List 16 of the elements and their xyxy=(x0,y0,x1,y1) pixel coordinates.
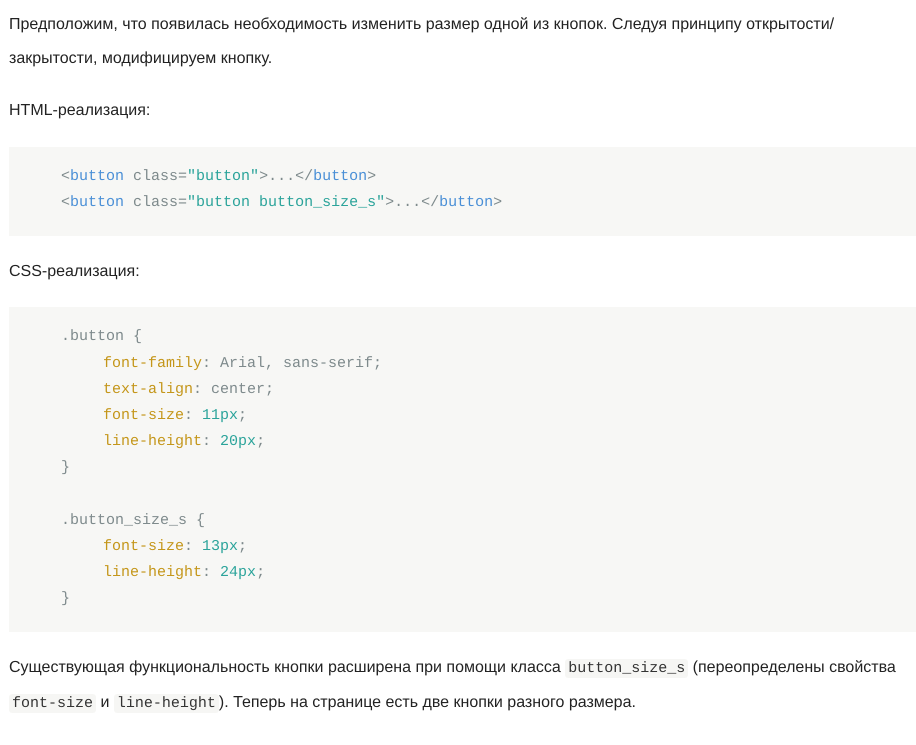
paragraph: HTML-реализация: xyxy=(9,101,152,121)
code-line: font-size: 13px; xyxy=(103,538,248,555)
code-line: } xyxy=(61,459,70,476)
code-line: line-height: 20px; xyxy=(103,433,266,450)
code-line: <button class="button button_size_s">...</button> xyxy=(61,194,502,211)
code-line: <button class="button">...</button> xyxy=(61,168,376,184)
paragraph: Предположим, что появилась необходимость изменить размер одной из кнопок. Следуя принципу открытости/закрытости, модифицируем кнопку. xyxy=(9,15,836,68)
code-line: font-size: 11px; xyxy=(103,406,248,424)
code-line: } xyxy=(61,590,70,608)
code-line: text-align: center; xyxy=(103,380,274,398)
code-line: .button_size_s { xyxy=(61,512,206,529)
code-line: font-family: Arial, sans-serif; xyxy=(103,354,382,372)
paragraph: Существующая функциональность кнопки расширена при помощи класса button_size_s (переопределены свойства font-size и line-height ). Теперь на странице есть две кнопки разного размера. xyxy=(9,658,897,715)
code-line: .button { xyxy=(61,328,142,346)
code-line: line-height: 24px; xyxy=(103,564,266,582)
paragraph: CSS-реализация: xyxy=(9,262,141,282)
